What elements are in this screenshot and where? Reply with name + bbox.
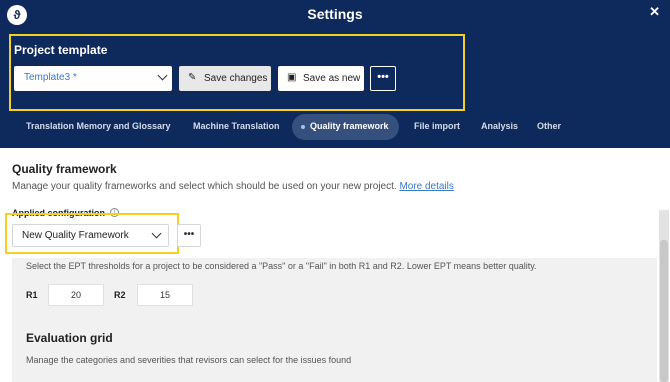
project-template-value: Template3 * xyxy=(24,72,77,83)
tab-other[interactable]: Other xyxy=(537,114,561,140)
evaluation-grid-description: Manage the categories and severities tha… xyxy=(26,355,352,365)
section-description: Manage your quality frameworks and selec… xyxy=(12,181,454,192)
configuration-panel: Select the EPT thresholds for a project … xyxy=(12,258,657,382)
scrollbar-thumb[interactable] xyxy=(660,240,668,382)
close-icon[interactable]: ✕ xyxy=(649,4,660,20)
section-title: Quality framework xyxy=(12,162,117,176)
project-template-select[interactable]: Template3 * xyxy=(14,66,172,91)
save-as-new-label: Save as new xyxy=(303,73,361,84)
save-changes-button[interactable]: ✎ Save changes xyxy=(179,66,271,91)
quality-framework-select[interactable]: New Quality Framework xyxy=(12,224,169,247)
window-title: Settings xyxy=(307,6,363,22)
chevron-down-icon xyxy=(157,70,168,81)
tab-file-import[interactable]: File import xyxy=(414,114,460,140)
more-details-link[interactable]: More details xyxy=(399,181,453,192)
save-changes-label: Save changes xyxy=(204,73,268,84)
edit-icon: ✎ xyxy=(188,72,197,83)
settings-header: ϑ Settings ✕ Project template Template3 … xyxy=(0,0,670,148)
project-template-more-button[interactable]: ••• xyxy=(370,66,396,91)
quality-framework-section: Quality framework Manage your quality fr… xyxy=(0,148,670,382)
r2-threshold-input[interactable]: 15 xyxy=(137,284,193,306)
ept-description: Select the EPT thresholds for a project … xyxy=(26,261,537,271)
r2-label: R2 xyxy=(114,290,126,300)
tab-machine-translation[interactable]: Machine Translation xyxy=(193,114,280,140)
evaluation-grid-title: Evaluation grid xyxy=(26,331,113,345)
scrollbar[interactable] xyxy=(659,210,669,382)
description-text: Manage your quality frameworks and selec… xyxy=(12,181,397,192)
floppy-icon: ▣ xyxy=(287,72,297,83)
project-template-label: Project template xyxy=(14,43,108,57)
chevron-down-icon xyxy=(151,228,162,239)
tab-analysis[interactable]: Analysis xyxy=(481,114,518,140)
tab-quality-framework[interactable]: Quality framework xyxy=(292,114,399,140)
r1-label: R1 xyxy=(26,290,38,300)
quality-framework-more-button[interactable]: ••• xyxy=(177,224,201,247)
r1-threshold-input[interactable]: 20 xyxy=(48,284,104,306)
quality-framework-value: New Quality Framework xyxy=(22,230,129,241)
tab-translation-memory[interactable]: Translation Memory and Glossary xyxy=(26,114,171,140)
save-as-new-button[interactable]: ▣ Save as new xyxy=(278,66,364,91)
